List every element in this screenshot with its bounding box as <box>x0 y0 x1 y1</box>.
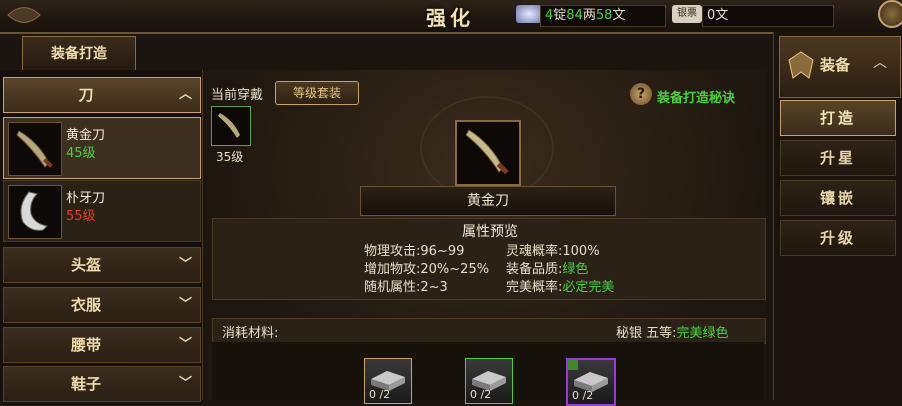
attr-quality: 装备品质:绿色 <box>506 262 589 277</box>
chevron-down-icon: ﹀ <box>178 297 192 312</box>
emblem-icon <box>785 50 817 82</box>
material-count: 0 /2 <box>470 388 492 401</box>
level-set-button[interactable]: 等级套装 <box>275 81 359 105</box>
chevron-up-icon: ︿ <box>873 55 887 71</box>
category-label: 鞋子 <box>70 375 101 393</box>
material-count: 0 /2 <box>369 388 391 401</box>
list-item[interactable]: 朴牙刀 55级 <box>3 180 201 242</box>
category-label: 衣服 <box>70 296 101 314</box>
category-label: 腰带 <box>70 336 101 354</box>
attribute-title: 属性预览 <box>462 224 518 240</box>
material-count: 0 /2 <box>572 389 594 402</box>
tab-equipment-forge[interactable]: 装备打造 <box>22 36 136 71</box>
worn-blade-icon[interactable] <box>211 106 251 146</box>
item-name: 朴牙刀 <box>66 191 106 206</box>
worn-level: 35级 <box>216 150 244 164</box>
banknote-amount: 0文 <box>702 5 834 27</box>
category-label: 刀 <box>78 86 94 104</box>
attr-perfect-chance: 完美概率:必定完美 <box>506 280 615 295</box>
blade-icon <box>8 122 62 176</box>
banknote-icon: 银票 <box>672 5 702 23</box>
tab-forge[interactable]: 打造 <box>780 100 896 136</box>
forge-tips-link[interactable]: 装备打造秘诀 <box>657 87 735 106</box>
category-blade[interactable]: 刀 ︿ <box>3 77 201 113</box>
ornament-left-icon <box>6 0 42 30</box>
tab-upgrade[interactable]: 升级 <box>780 220 896 256</box>
materials-info: 秘银 五等:完美绿色 <box>616 326 729 341</box>
attr-soul-chance: 灵魂概率:100% <box>506 244 600 259</box>
material-slot[interactable]: 0 /2 <box>465 358 513 404</box>
silver-icon <box>516 5 542 23</box>
attr-physical-attack: 物理攻击:96~99 <box>364 244 465 259</box>
attr-random: 随机属性:2~3 <box>364 280 448 295</box>
silver-amount: 4锭84两58文 <box>540 5 666 27</box>
chevron-up-icon: ︿ <box>178 87 192 102</box>
equipment-header-label: 装备 <box>820 56 851 74</box>
question-icon[interactable]: ? <box>630 83 652 105</box>
category-belt[interactable]: 腰带 ﹀ <box>3 327 201 363</box>
item-level: 55级 <box>66 209 96 224</box>
golden-blade-icon <box>455 120 521 186</box>
material-slot[interactable]: 0 /2 <box>566 358 616 406</box>
list-item[interactable]: 黄金刀 45级 <box>3 117 201 179</box>
material-slot[interactable]: 0 /2 <box>364 358 412 404</box>
category-label: 头盔 <box>70 256 101 274</box>
item-name: 黄金刀 <box>66 128 106 143</box>
wearing-label: 当前穿戴 <box>211 88 264 103</box>
category-clothes[interactable]: 衣服 ﹀ <box>3 287 201 323</box>
blade-icon <box>8 185 62 239</box>
category-shoes[interactable]: 鞋子 ﹀ <box>3 366 201 402</box>
chevron-down-icon: ﹀ <box>178 376 192 391</box>
item-level: 45级 <box>66 146 96 161</box>
window-title: 强化 <box>426 6 474 30</box>
category-helmet[interactable]: 头盔 ﹀ <box>3 247 201 283</box>
tab-inlay[interactable]: 镶嵌 <box>780 180 896 216</box>
materials-label: 消耗材料: <box>222 326 279 341</box>
tab-star-up[interactable]: 升星 <box>780 140 896 176</box>
attr-attack-bonus: 增加物攻:20%~25% <box>364 262 490 277</box>
close-button[interactable] <box>878 0 902 28</box>
chevron-down-icon: ﹀ <box>178 337 192 352</box>
chevron-down-icon: ﹀ <box>178 257 192 272</box>
item-name-bar: 黄金刀 <box>360 186 616 216</box>
